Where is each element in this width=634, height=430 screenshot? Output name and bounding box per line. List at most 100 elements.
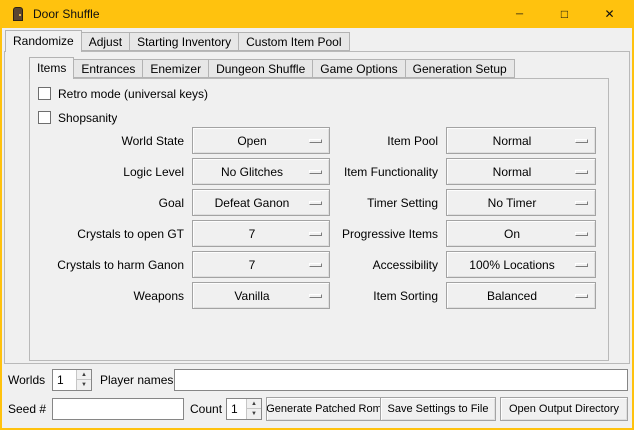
close-button[interactable]: ✕ — [587, 0, 632, 28]
tab-dungeon-shuffle[interactable]: Dungeon Shuffle — [208, 59, 313, 78]
dropdown-crystals-harm-ganon[interactable]: 7 — [192, 251, 330, 278]
label-world-state: World State — [34, 134, 184, 148]
dropdown-indicator-icon — [309, 294, 322, 298]
shopsanity-checkrow[interactable]: Shopsanity — [38, 109, 117, 126]
generate-patched-rom-button[interactable]: Generate Patched Rom — [266, 397, 382, 421]
count-spinner-down-icon[interactable]: ▼ — [247, 409, 261, 419]
dropdown-value: 7 — [249, 258, 256, 272]
dropdown-indicator-icon — [575, 201, 588, 205]
dropdown-value: 100% Locations — [469, 258, 554, 272]
retro-mode-label: Retro mode (universal keys) — [58, 87, 208, 101]
label-crystals-harm-ganon: Crystals to harm Ganon — [34, 258, 184, 272]
tab-custom-item-pool[interactable]: Custom Item Pool — [238, 32, 349, 51]
label-crystals-open-gt: Crystals to open GT — [34, 227, 184, 241]
dropdown-value: Vanilla — [234, 289, 269, 303]
dropdown-timer-setting[interactable]: No Timer — [446, 189, 596, 216]
dropdown-value: On — [504, 227, 520, 241]
tab-enemizer[interactable]: Enemizer — [142, 59, 209, 78]
dropdown-indicator-icon — [575, 170, 588, 174]
outer-tab-bar: Randomize Adjust Starting Inventory Cust… — [5, 30, 349, 51]
dropdown-value: Balanced — [487, 289, 537, 303]
seed-label: Seed # — [8, 397, 46, 421]
dropdown-indicator-icon — [575, 139, 588, 143]
dropdown-progressive-items[interactable]: On — [446, 220, 596, 247]
items-pane: Retro mode (universal keys) Shopsanity W… — [29, 78, 609, 361]
label-accessibility: Accessibility — [338, 258, 438, 272]
dropdown-accessibility[interactable]: 100% Locations — [446, 251, 596, 278]
dropdown-value: Defeat Ganon — [215, 196, 290, 210]
minimize-button[interactable]: ─ — [497, 0, 542, 28]
tab-randomize[interactable]: Randomize — [5, 30, 82, 52]
retro-mode-checkbox[interactable] — [38, 87, 51, 100]
dropdown-indicator-icon — [309, 139, 322, 143]
dropdown-world-state[interactable]: Open — [192, 127, 330, 154]
dropdown-indicator-icon — [575, 263, 588, 267]
label-goal: Goal — [34, 196, 184, 210]
retro-mode-checkrow[interactable]: Retro mode (universal keys) — [38, 85, 208, 102]
dropdown-indicator-icon — [575, 294, 588, 298]
dropdown-weapons[interactable]: Vanilla — [192, 282, 330, 309]
tab-adjust[interactable]: Adjust — [81, 32, 130, 51]
label-logic-level: Logic Level — [34, 165, 184, 179]
worlds-spinner-down-icon[interactable]: ▼ — [77, 380, 91, 390]
dropdown-item-functionality[interactable]: Normal — [446, 158, 596, 185]
window-body: Randomize Adjust Starting Inventory Cust… — [2, 28, 632, 428]
label-item-pool: Item Pool — [338, 134, 438, 148]
app-icon — [10, 6, 26, 22]
dropdown-indicator-icon — [309, 201, 322, 205]
option-row: Weapons Vanilla Item Sorting Balanced — [30, 282, 608, 309]
inner-tab-bar: Items Entrances Enemizer Dungeon Shuffle… — [29, 57, 514, 78]
worlds-spinner-buttons: ▲ ▼ — [76, 370, 91, 390]
dropdown-value: No Timer — [488, 196, 537, 210]
tab-items[interactable]: Items — [29, 57, 74, 79]
label-timer-setting: Timer Setting — [338, 196, 438, 210]
count-spinbox[interactable]: 1 ▲ ▼ — [226, 398, 262, 420]
worlds-spinbox[interactable]: 1 ▲ ▼ — [52, 369, 92, 391]
dropdown-indicator-icon — [309, 232, 322, 236]
dropdown-indicator-icon — [309, 170, 322, 174]
seed-input[interactable] — [52, 398, 184, 420]
app-window: Door Shuffle ─ □ ✕ Randomize Adjust Star… — [0, 0, 634, 430]
option-row: Crystals to harm Ganon 7 Accessibility 1… — [30, 251, 608, 278]
option-row: Goal Defeat Ganon Timer Setting No Timer — [30, 189, 608, 216]
label-item-sorting: Item Sorting — [338, 289, 438, 303]
worlds-value[interactable]: 1 — [53, 370, 76, 390]
worlds-spinner-up-icon[interactable]: ▲ — [77, 370, 91, 380]
player-names-input[interactable] — [174, 369, 628, 391]
dropdown-value: Open — [237, 134, 266, 148]
tab-entrances[interactable]: Entrances — [73, 59, 143, 78]
option-row: World State Open Item Pool Normal — [30, 127, 608, 154]
count-value[interactable]: 1 — [227, 399, 246, 419]
worlds-label: Worlds — [8, 369, 45, 391]
dropdown-value: No Glitches — [221, 165, 283, 179]
dropdown-indicator-icon — [309, 263, 322, 267]
window-controls: ─ □ ✕ — [497, 0, 632, 28]
dropdown-crystals-open-gt[interactable]: 7 — [192, 220, 330, 247]
label-item-functionality: Item Functionality — [338, 165, 438, 179]
dropdown-item-sorting[interactable]: Balanced — [446, 282, 596, 309]
option-row: Logic Level No Glitches Item Functionali… — [30, 158, 608, 185]
randomize-pane: Items Entrances Enemizer Dungeon Shuffle… — [4, 51, 630, 364]
maximize-button[interactable]: □ — [542, 0, 587, 28]
dropdown-value: Normal — [493, 165, 532, 179]
dropdown-item-pool[interactable]: Normal — [446, 127, 596, 154]
seed-row: Seed # Count 1 ▲ ▼ Generate Patched Rom … — [6, 397, 628, 421]
open-output-directory-button[interactable]: Open Output Directory — [500, 397, 628, 421]
count-spinner-buttons: ▲ ▼ — [246, 399, 261, 419]
tab-game-options[interactable]: Game Options — [312, 59, 405, 78]
shopsanity-label: Shopsanity — [58, 111, 117, 125]
dropdown-indicator-icon — [575, 232, 588, 236]
tab-generation-setup[interactable]: Generation Setup — [405, 59, 515, 78]
window-title: Door Shuffle — [33, 7, 497, 21]
titlebar: Door Shuffle ─ □ ✕ — [2, 0, 632, 28]
label-progressive-items: Progressive Items — [338, 227, 438, 241]
count-spinner-up-icon[interactable]: ▲ — [247, 399, 261, 409]
player-names-label: Player names — [100, 369, 173, 391]
dropdown-goal[interactable]: Defeat Ganon — [192, 189, 330, 216]
shopsanity-checkbox[interactable] — [38, 111, 51, 124]
dropdown-logic-level[interactable]: No Glitches — [192, 158, 330, 185]
tab-starting-inventory[interactable]: Starting Inventory — [129, 32, 239, 51]
door-icon — [13, 7, 23, 21]
label-weapons: Weapons — [34, 289, 184, 303]
save-settings-button[interactable]: Save Settings to File — [380, 397, 496, 421]
